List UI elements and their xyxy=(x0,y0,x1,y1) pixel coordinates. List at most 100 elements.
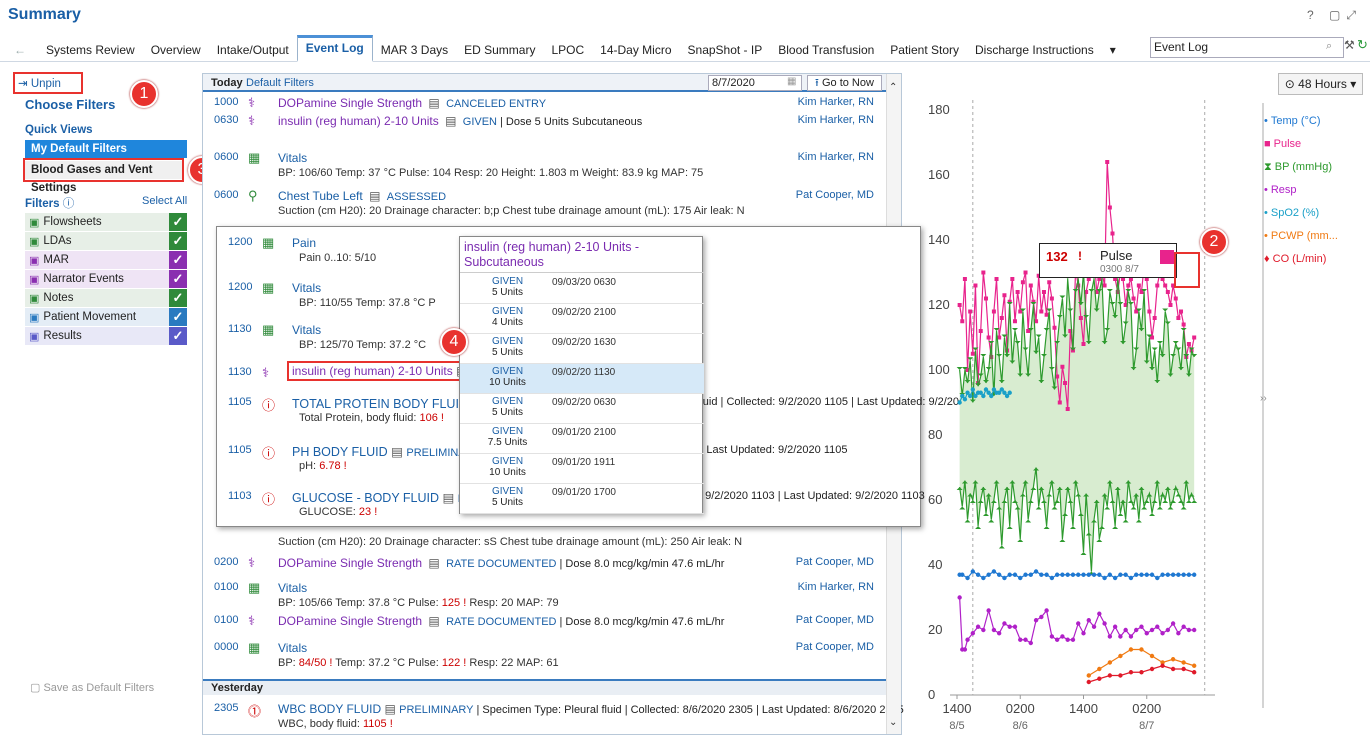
filter-checkbox[interactable]: ✓ xyxy=(169,232,187,250)
tab-event-log[interactable]: Event Log xyxy=(296,35,373,62)
filter-mar[interactable]: ▣ MAR ✓ xyxy=(25,251,187,269)
log-title[interactable]: DOPamine Single Strength ▤ CANCELED ENTR… xyxy=(278,96,546,110)
log-title[interactable]: Vitals xyxy=(278,641,307,655)
filter-patient-movement[interactable]: ▣ Patient Movement ✓ xyxy=(25,308,187,326)
log-title[interactable]: Vitals xyxy=(292,281,321,295)
tab-patient-story[interactable]: Patient Story xyxy=(882,38,967,62)
popup-entry[interactable]: GIVEN 7.5 Units 09/01/20 2100 xyxy=(460,424,704,454)
more-tabs-icon[interactable]: ▾ xyxy=(1102,38,1124,62)
log-title[interactable]: insulin (reg human) 2-10 Units ▤ GIVEN | … xyxy=(278,114,642,128)
legend-item[interactable]: ⧗ BP (mmHg) xyxy=(1264,161,1364,184)
filter-ldas[interactable]: ▣ LDAs ✓ xyxy=(25,232,187,250)
log-row[interactable]: 0100 ⚕ DOPamine Single Strength ▤ RATE DOC… xyxy=(203,611,886,641)
filter-flowsheets[interactable]: ▣ Flowsheets ✓ xyxy=(25,213,187,231)
log-row[interactable]: 0600 ⚲ Chest Tube Left ▤ ASSESSED Suction (… xyxy=(203,186,886,217)
popup-entry[interactable]: GIVEN 10 Units 09/01/20 1911 xyxy=(460,454,704,484)
filter-narrator-events[interactable]: ▣ Narrator Events ✓ xyxy=(25,270,187,288)
back-arrow-icon[interactable]: ← xyxy=(14,43,26,57)
popup-entry[interactable]: GIVEN 5 Units 09/02/20 0630 xyxy=(460,394,704,424)
log-title[interactable]: Vitals xyxy=(278,151,307,165)
filter-checkbox[interactable]: ✓ xyxy=(169,213,187,231)
popup-entry[interactable]: GIVEN 5 Units 09/01/20 1700 xyxy=(460,484,704,514)
filter-checkbox[interactable]: ✓ xyxy=(169,327,187,345)
log-title[interactable]: Pain xyxy=(292,236,316,250)
legend-item[interactable]: • Temp (°C) xyxy=(1264,115,1364,138)
log-row[interactable]: 0100 ▦ Vitals BP: 105/66 Temp: 37.8 °C Puls… xyxy=(203,578,886,609)
note-icon[interactable]: ▤ xyxy=(388,445,407,459)
expand-chart-icon[interactable]: ›› xyxy=(1260,393,1267,404)
log-author[interactable]: Pat Cooper, MD xyxy=(796,614,874,626)
log-title[interactable]: Vitals xyxy=(278,581,307,595)
filter-checkbox[interactable]: ✓ xyxy=(169,308,187,326)
legend-item[interactable]: ■ Pulse xyxy=(1264,138,1364,161)
filter-checkbox[interactable]: ✓ xyxy=(169,270,187,288)
legend-item[interactable]: ♦ CO (L/min) xyxy=(1264,253,1364,276)
tab-blood-transfusion[interactable]: Blood Transfusion xyxy=(770,38,882,62)
filter-checkbox[interactable]: ✓ xyxy=(169,251,187,269)
filter-notes[interactable]: ▣ Notes ✓ xyxy=(25,289,187,307)
note-icon[interactable]: ▤ xyxy=(442,114,460,128)
note-icon[interactable]: ▤ xyxy=(439,491,458,505)
tab-mar-3-days[interactable]: MAR 3 Days xyxy=(373,38,456,62)
search-icon[interactable]: ⌕ xyxy=(1326,40,1332,53)
legend-item[interactable]: • Resp xyxy=(1264,184,1364,207)
wrench-icon[interactable]: ⚒ xyxy=(1344,38,1355,52)
log-author[interactable]: Kim Harker, RN xyxy=(798,581,874,593)
save-default-button[interactable]: ▢ Save as Default Filters xyxy=(30,681,154,694)
window-controls[interactable]: ? ▢⤢ xyxy=(1307,8,1362,23)
tab-discharge-instructions[interactable]: Discharge Instructions xyxy=(967,38,1102,62)
log-title[interactable]: Vitals xyxy=(292,323,321,337)
window-icon[interactable]: ▢ xyxy=(1329,8,1346,22)
log-author[interactable]: Kim Harker, RN xyxy=(798,114,874,126)
select-all-link[interactable]: Select All xyxy=(142,195,187,207)
popup-entry[interactable]: GIVEN 10 Units 09/02/20 1130 xyxy=(460,364,704,394)
scroll-up-icon[interactable]: ⌃ xyxy=(889,82,897,93)
log-author[interactable]: Kim Harker, RN xyxy=(798,151,874,163)
log-author[interactable]: Kim Harker, RN xyxy=(798,96,874,108)
go-to-now-button[interactable]: ⭱ Go to Now xyxy=(807,75,882,91)
note-icon[interactable]: ▤ xyxy=(381,702,399,716)
note-icon[interactable]: ▤ xyxy=(366,189,384,203)
filter-results[interactable]: ▣ Results ✓ xyxy=(25,327,187,345)
tab-snapshot-ip[interactable]: SnapShot - IP xyxy=(680,38,771,62)
log-row[interactable]: 0630 ⚕ insulin (reg human) 2-10 Units ▤ GI… xyxy=(203,111,886,141)
default-filters-link[interactable]: Default Filters xyxy=(246,77,314,89)
tab-ed-summary[interactable]: ED Summary xyxy=(456,38,543,62)
refresh-icon[interactable]: ↻ xyxy=(1357,37,1368,53)
popup-entry[interactable]: GIVEN 4 Units 09/02/20 2100 xyxy=(460,304,704,334)
tab-intake-output[interactable]: Intake/Output xyxy=(209,38,297,62)
log-title[interactable]: DOPamine Single Strength ▤ RATE DOCUMENT… xyxy=(278,614,724,628)
quick-view-default[interactable]: My Default Filters xyxy=(25,140,187,158)
log-title[interactable]: DOPamine Single Strength ▤ RATE DOCUMENT… xyxy=(278,556,724,570)
note-icon[interactable]: ▤ xyxy=(425,96,443,110)
tab-lpoc[interactable]: LPOC xyxy=(543,38,592,62)
legend-item[interactable]: • PCWP (mm... xyxy=(1264,230,1364,253)
log-author[interactable]: Pat Cooper, MD xyxy=(796,641,874,653)
popup-entry[interactable]: GIVEN 5 Units 09/02/20 1630 xyxy=(460,334,704,364)
info-icon[interactable]: ⓘ xyxy=(63,198,75,210)
calendar-icon[interactable]: ▦ xyxy=(787,76,796,87)
expand-icon[interactable]: ⤢ xyxy=(1346,8,1362,22)
log-title[interactable]: WBC BODY FLUID ▤ PRELIMINARY | Specimen T… xyxy=(278,702,904,716)
popup-entry[interactable]: GIVEN 5 Units 09/03/20 0630 xyxy=(460,274,704,304)
tab-14-day-micro[interactable]: 14-Day Micro xyxy=(592,38,679,62)
log-title[interactable]: insulin (reg human) 2-10 Units ▤ xyxy=(287,361,473,381)
log-author[interactable]: Pat Cooper, MD xyxy=(796,556,874,568)
log-row[interactable]: 0600 ▦ Vitals BP: 106/60 Temp: 37 °C Pulse:… xyxy=(203,148,886,179)
log-row[interactable]: 2305 ⓵ WBC BODY FLUID ▤ PRELIMINARY | Speci… xyxy=(203,699,904,733)
unpin-button[interactable]: ⇥ Unpin xyxy=(18,76,61,90)
legend-item[interactable]: • SpO2 (%) xyxy=(1264,207,1364,230)
log-title[interactable]: PH BODY FLUID ▤ PRELIMINARY xyxy=(292,444,481,459)
log-title[interactable]: TOTAL PROTEIN BODY FLUID ▤ xyxy=(292,396,483,411)
scroll-down-icon[interactable]: ⌄ xyxy=(889,717,897,728)
tab-systems-review[interactable]: Systems Review xyxy=(38,38,143,62)
log-title[interactable]: GLUCOSE - BODY FLUID ▤ PRE xyxy=(292,490,480,505)
note-icon[interactable]: ▤ xyxy=(425,556,443,570)
note-icon[interactable]: ▤ xyxy=(425,614,443,628)
log-author[interactable]: Pat Cooper, MD xyxy=(796,189,874,201)
log-title[interactable]: Chest Tube Left ▤ ASSESSED xyxy=(278,189,446,203)
log-row[interactable]: 0000 ▦ Vitals BP: 84/50 ! Temp: 37.2 °C Pul… xyxy=(203,638,886,669)
tab-search-input[interactable]: Event Log xyxy=(1150,37,1344,58)
tab-overview[interactable]: Overview xyxy=(143,38,209,62)
filter-checkbox[interactable]: ✓ xyxy=(169,289,187,307)
